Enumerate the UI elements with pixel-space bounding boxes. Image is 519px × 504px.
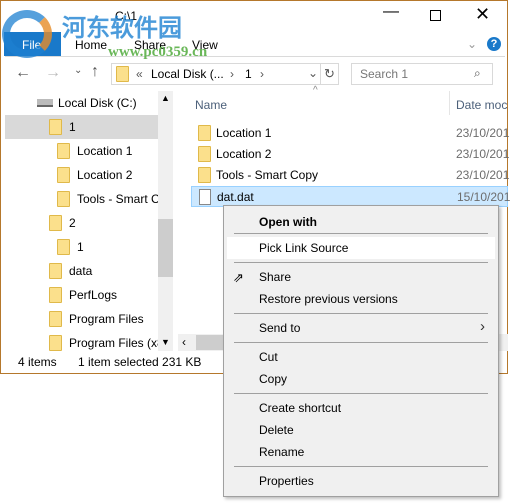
nav-item-label: 1 [77, 240, 84, 254]
address-bar[interactable]: « Local Disk (... › 1 › ⌄ ↻ [111, 63, 339, 85]
scroll-left-icon[interactable]: ‹ [182, 335, 186, 349]
file-name: dat.dat [217, 190, 254, 204]
folder-icon [198, 167, 211, 183]
breadcrumb-separator[interactable]: › [260, 67, 264, 81]
menu-delete[interactable]: Delete [259, 423, 294, 437]
nav-scrollbar-thumb[interactable] [158, 219, 173, 277]
watermark-logo-text: 河东软件园 [62, 15, 182, 42]
nav-item-label: 1 [69, 120, 76, 134]
menu-pick-link-source-label[interactable]: Pick Link Source [259, 241, 348, 255]
breadcrumb-1[interactable]: 1 [245, 67, 252, 81]
nav-item-label: Location 1 [77, 144, 133, 158]
menu-copy[interactable]: Copy [259, 372, 287, 386]
address-dropdown-icon[interactable]: ⌄ [308, 66, 318, 80]
menu-send-to[interactable]: Send to [259, 321, 300, 335]
file-name: Tools - Smart Copy [216, 168, 319, 182]
scroll-up-icon[interactable]: ▲ [161, 93, 170, 103]
back-button[interactable]: ← [15, 64, 31, 82]
folder-icon [49, 263, 62, 279]
nav-item[interactable]: 1 [5, 115, 158, 139]
refresh-icon[interactable]: ↻ [324, 66, 335, 82]
share-icon: ⇗ [233, 270, 244, 285]
nav-item-label: Program Files [69, 312, 144, 326]
nav-item[interactable]: PerfLogs [5, 283, 158, 307]
file-icon [199, 189, 211, 205]
file-date: 23/10/201 [456, 168, 510, 182]
help-icon[interactable]: ? [487, 37, 501, 51]
search-input[interactable]: Search 1 ⌕ [351, 63, 493, 85]
minimize-button[interactable]: — [383, 3, 399, 21]
folder-icon [49, 215, 62, 231]
nav-item-label: Location 2 [77, 168, 133, 182]
folder-icon [57, 191, 70, 207]
recent-dropdown-icon[interactable]: ⌄ [74, 65, 82, 76]
nav-item[interactable]: 2 [5, 211, 158, 235]
close-button[interactable]: ✕ [475, 4, 490, 25]
folder-icon [49, 335, 62, 351]
ribbon-expand-icon[interactable]: ⌄ [467, 37, 477, 51]
menu-properties[interactable]: Properties [259, 474, 314, 488]
folder-icon [49, 119, 62, 135]
nav-item[interactable]: Location 1 [5, 139, 158, 163]
column-header-date[interactable]: Date moc [456, 98, 507, 112]
breadcrumb-local-disk[interactable]: Local Disk (... [151, 67, 224, 81]
file-name: Location 2 [216, 147, 272, 161]
file-row[interactable]: Location 2 23/10/201 [191, 144, 510, 165]
file-name: Location 1 [216, 126, 272, 140]
file-row[interactable]: Tools - Smart Copy 23/10/201 [191, 165, 510, 186]
menu-share[interactable]: Share [259, 270, 291, 284]
nav-scrollbar[interactable]: ▲ ▼ [158, 91, 173, 351]
nav-item-label: Tools - Smart Co [77, 192, 167, 206]
menu-cut[interactable]: Cut [259, 350, 278, 364]
nav-item[interactable]: Program Files [5, 307, 158, 331]
nav-item-label: data [69, 264, 93, 278]
breadcrumb-overflow[interactable]: « [136, 67, 143, 81]
nav-item-label: PerfLogs [69, 288, 118, 302]
sort-ascending-icon: ^ [313, 85, 318, 96]
menu-rename[interactable]: Rename [259, 445, 304, 459]
folder-icon [198, 125, 211, 141]
menu-restore-previous-versions[interactable]: Restore previous versions [259, 292, 398, 306]
submenu-arrow-icon: › [480, 318, 485, 335]
menu-open-with[interactable]: Open with [259, 215, 317, 229]
drive-icon [37, 99, 53, 107]
nav-item[interactable]: Location 2 [5, 163, 158, 187]
nav-item-label: 2 [69, 216, 76, 230]
breadcrumb-separator[interactable]: › [230, 67, 234, 81]
nav-item[interactable]: Tools - Smart Co [5, 187, 166, 211]
file-date: 23/10/201 [456, 126, 510, 140]
file-date: 23/10/201 [456, 147, 510, 161]
file-date: 15/10/201 [457, 190, 511, 204]
up-button[interactable]: ↑ [91, 63, 99, 81]
folder-icon [57, 167, 70, 183]
file-row[interactable]: dat.dat 15/10/201 [191, 186, 511, 207]
nav-item-label: Local Disk (C:) [58, 96, 137, 110]
nav-item[interactable]: Program Files (x8 [5, 331, 164, 351]
folder-icon [57, 143, 70, 159]
nav-item[interactable]: 1 [5, 235, 158, 259]
navigation-pane: Local Disk (C:) 1 Location 1 Location 2 Tool… [1, 91, 173, 351]
folder-link-icon [57, 239, 70, 255]
column-header-name[interactable]: Name [195, 98, 227, 112]
status-item-count: 4 items [18, 355, 57, 369]
folder-icon [198, 146, 211, 162]
maximize-button[interactable] [430, 10, 441, 21]
menu-create-shortcut[interactable]: Create shortcut [259, 401, 341, 415]
watermark-url: www.pc0359.cn [108, 44, 208, 60]
folder-icon [49, 287, 62, 303]
nav-item[interactable]: Local Disk (C:) [5, 91, 158, 115]
forward-button[interactable]: → [45, 64, 61, 82]
nav-item[interactable]: data [5, 259, 158, 283]
scroll-down-icon[interactable]: ▼ [161, 337, 170, 347]
watermark-logo-icon [2, 10, 52, 58]
ribbon-divider [5, 56, 505, 57]
search-icon: ⌕ [474, 66, 481, 80]
status-selection: 1 item selected 231 KB [78, 355, 202, 369]
file-row[interactable]: Location 1 23/10/201 [191, 123, 510, 144]
folder-icon [116, 66, 129, 82]
context-menu: Open with Pick Link Source ⇗ Share Resto… [223, 205, 499, 497]
nav-item-label: Program Files (x8 [69, 336, 164, 350]
folder-icon [49, 311, 62, 327]
